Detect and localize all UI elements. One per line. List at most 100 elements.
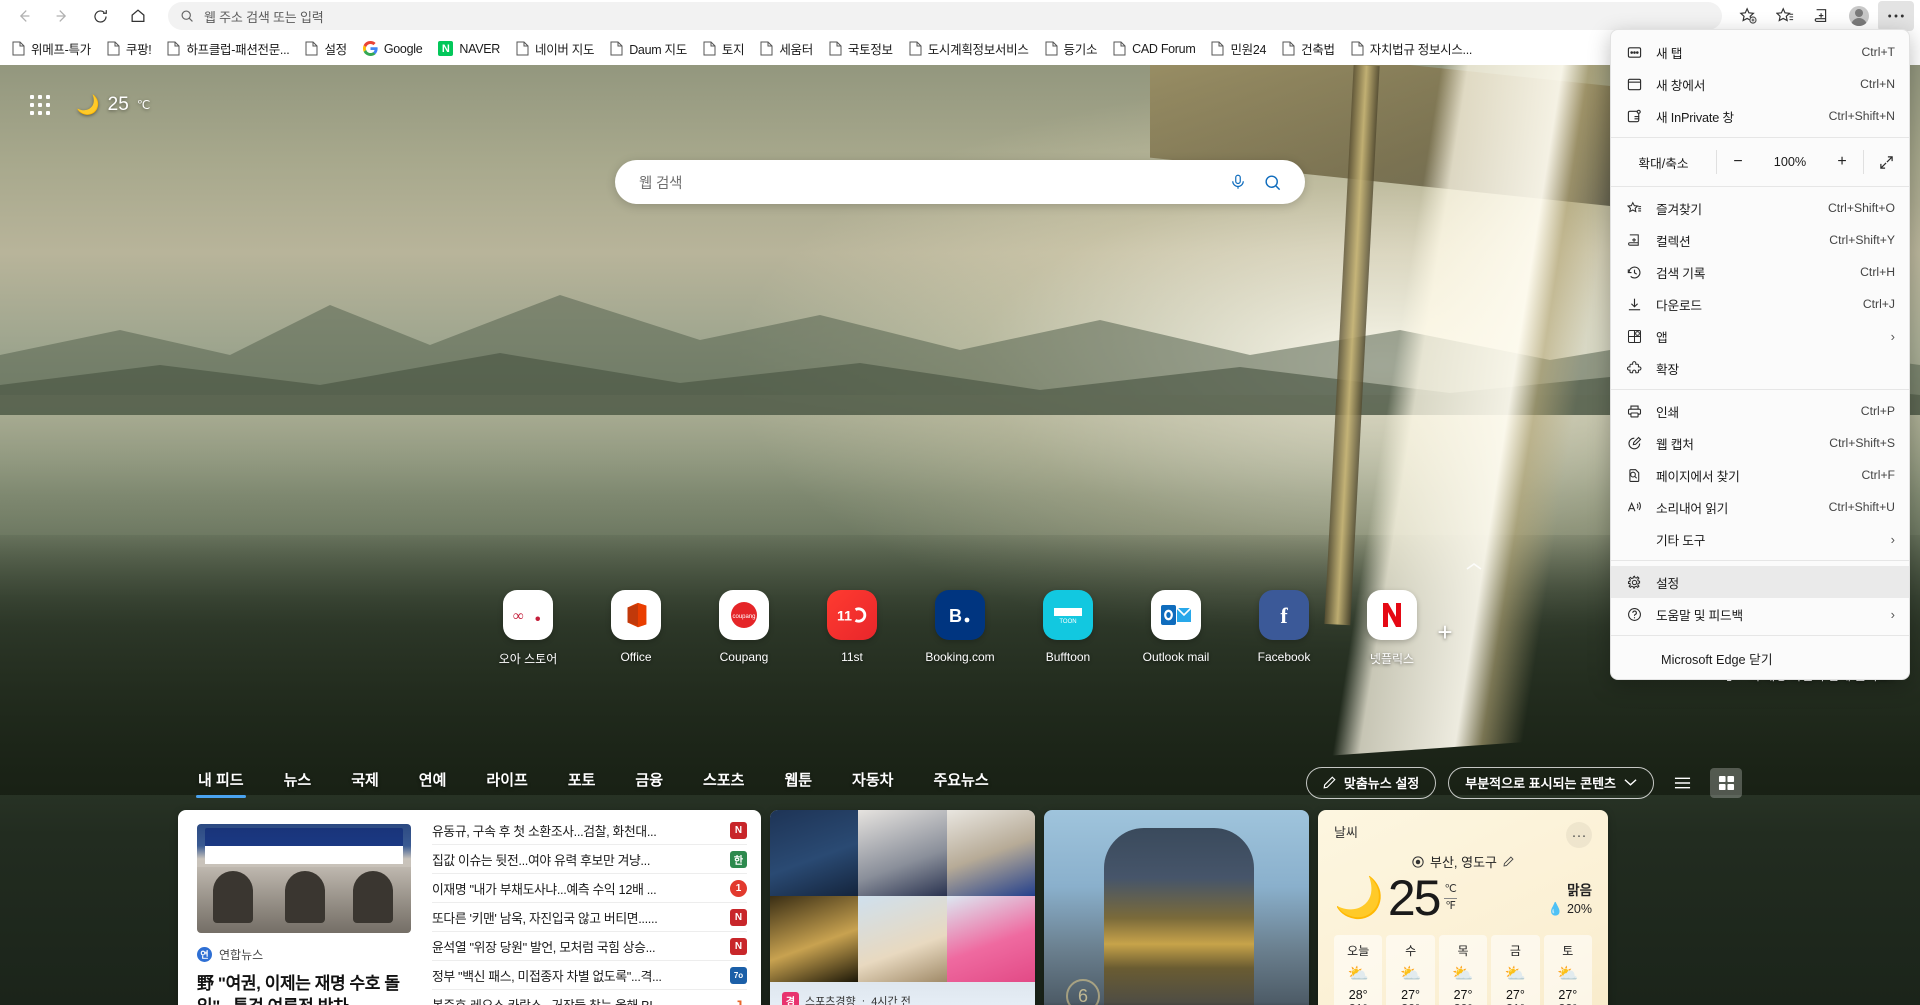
shortcut-booking[interactable]: B Booking.com <box>924 590 996 667</box>
menu-item-apps[interactable]: 앱 › <box>1611 320 1909 352</box>
menu-item-more-tools[interactable]: 기타 도구 › <box>1611 523 1909 555</box>
menu-item-print[interactable]: 인쇄 Ctrl+P <box>1611 395 1909 427</box>
menu-item-new-tab[interactable]: 새 탭 Ctrl+T <box>1611 36 1909 68</box>
list-item[interactable]: 또다른 '키맨' 남욱, 자진입국 않고 버티면...... N <box>432 903 747 932</box>
bookmark-item[interactable]: 위메프-특가 <box>4 35 99 62</box>
menu-item-downloads[interactable]: 다운로드 Ctrl+J <box>1611 288 1909 320</box>
zoom-in-button[interactable]: + <box>1821 153 1863 171</box>
menu-item-extensions[interactable]: 확장 <box>1611 352 1909 384</box>
list-item[interactable]: 이재명 "내가 부채도사냐...예측 수익 12배 ... 1 <box>432 874 747 903</box>
bookmark-item-google[interactable]: Google <box>355 37 431 60</box>
list-item[interactable]: 집값 이슈는 뒷전...여야 유력 후보만 겨냥... 한 <box>432 845 747 874</box>
bookmark-item[interactable]: CAD Forum <box>1105 37 1203 60</box>
mic-icon[interactable] <box>1221 165 1255 199</box>
unit-celsius[interactable]: ℃ <box>1444 882 1457 899</box>
shortcut-11st[interactable]: 11 11st <box>816 590 888 667</box>
bookmark-item[interactable]: 쿠팡! <box>99 35 160 62</box>
news-tab-world[interactable]: 국제 <box>331 765 399 800</box>
menu-item-read-aloud[interactable]: 소리내어 읽기 Ctrl+Shift+U <box>1611 491 1909 523</box>
bookmark-item[interactable]: 하프클럽-패션전문... <box>159 35 297 62</box>
forecast-day[interactable]: 금 ⛅ 27° 21° <box>1491 935 1540 1005</box>
news-tab-news[interactable]: 뉴스 <box>264 765 332 800</box>
menu-item-settings[interactable]: 설정 <box>1611 566 1909 598</box>
forecast-day[interactable]: 토 ⛅ 27° 22° <box>1543 935 1593 1005</box>
list-item[interactable]: 유동규, 구속 후 첫 소환조사...검찰, 화천대... N <box>432 816 747 845</box>
content-display-dropdown[interactable]: 부분적으로 표시되는 콘텐츠 <box>1448 766 1654 799</box>
news-tab-cars[interactable]: 자동차 <box>832 765 913 800</box>
favorites-icon[interactable] <box>1767 1 1803 31</box>
list-item[interactable]: 봉준호·레오스 카락스...거장들 찾는 올해 BI... J <box>432 990 747 1005</box>
main-news-card[interactable]: 연 연합뉴스 野 "여권, 이제는 재명 수호 돌입"...특검 여론전 박차.… <box>178 810 761 1005</box>
game-news-card[interactable]: 6 컴퓨터 있는 사람이면 무조건 해야 하는 게임! <box>1044 810 1309 1005</box>
profile-avatar[interactable] <box>1841 1 1877 31</box>
fullscreen-button[interactable] <box>1864 155 1908 170</box>
shortcut-outlook[interactable]: Outlook mail <box>1140 590 1212 667</box>
personalize-news-button[interactable]: 맞춤뉴스 설정 <box>1305 766 1437 799</box>
news-tab-entertainment[interactable]: 연예 <box>399 765 467 800</box>
bookmark-item[interactable]: 토지 <box>695 35 752 62</box>
weather-badge[interactable]: 🌙 25 ℃ <box>76 93 150 117</box>
forecast-day[interactable]: 수 ⛅ 27° 20° <box>1386 935 1435 1005</box>
collapse-chevron-icon[interactable] <box>1465 560 1483 578</box>
add-shortcut-button[interactable]: + <box>1432 619 1458 646</box>
bookmark-label: 자치법규 정보시스... <box>1369 43 1473 57</box>
bookmark-item[interactable]: Daum 지도 <box>602 35 695 62</box>
menu-item-history[interactable]: 검색 기록 Ctrl+H <box>1611 256 1909 288</box>
address-bar[interactable]: 웹 주소 검색 또는 입력 <box>168 2 1722 30</box>
bookmark-item-naver[interactable]: N NAVER <box>430 37 508 60</box>
weather-card[interactable]: 날씨 ··· 부산, 영도구 🌙 25 ℃ ℉ 맑음 💧 20% 오늘 ⛅ 28… <box>1318 810 1608 1005</box>
news-tab-finance[interactable]: 금융 <box>615 765 683 800</box>
news-tab-sports[interactable]: 스포츠 <box>683 765 764 800</box>
menu-item-help-feedback[interactable]: 도움말 및 피드백 › <box>1611 598 1909 630</box>
news-tab-life[interactable]: 라이프 <box>466 765 547 800</box>
news-tab-my-feed[interactable]: 내 피드 <box>178 765 264 800</box>
zoom-out-button[interactable]: − <box>1717 153 1759 171</box>
settings-more-button[interactable] <box>1878 1 1914 31</box>
apps-grid-icon[interactable] <box>30 95 50 115</box>
entertainment-news-card[interactable]: 경 스포츠경향 · 4시간 전 '오징어게임' 정호연, 여배우 SNS 팔로워… <box>770 810 1035 1005</box>
bookmark-item[interactable]: 등기소 <box>1037 35 1106 62</box>
menu-item-close-edge[interactable]: Microsoft Edge 닫기 <box>1611 641 1909 675</box>
main-news-headline[interactable]: 野 "여권, 이제는 재명 수호 돌입"...특검 여론전 박차... <box>197 973 418 1005</box>
shortcut-oa-store[interactable]: ∞ 오아 스토어 <box>492 590 564 667</box>
menu-item-favorites[interactable]: 즐겨찾기 Ctrl+Shift+O <box>1611 192 1909 224</box>
bookmark-item[interactable]: 국토정보 <box>821 35 901 62</box>
shortcut-coupang[interactable]: coupang Coupang <box>708 590 780 667</box>
list-item[interactable]: 윤석열 "위장 당원" 발언, 모처럼 국힘 상승... N <box>432 932 747 961</box>
menu-item-new-window[interactable]: 새 창에서 Ctrl+N <box>1611 68 1909 100</box>
forecast-day[interactable]: 목 ⛅ 27° 20° <box>1438 935 1488 1005</box>
menu-item-collections[interactable]: 컬렉션 Ctrl+Shift+Y <box>1611 224 1909 256</box>
shortcut-bufftoon[interactable]: TOON Bufftoon <box>1032 590 1104 667</box>
unit-fahrenheit[interactable]: ℉ <box>1445 899 1455 914</box>
forward-button[interactable] <box>44 1 80 31</box>
shortcut-office[interactable]: Office <box>600 590 672 667</box>
shortcut-netflix[interactable]: 넷플릭스 <box>1356 590 1428 667</box>
menu-item-inprivate[interactable]: 새 InPrivate 창 Ctrl+Shift+N <box>1611 100 1909 132</box>
home-button[interactable] <box>120 1 156 31</box>
more-options-icon[interactable]: ··· <box>1566 822 1592 848</box>
search-icon[interactable] <box>1255 165 1289 199</box>
add-favorite-icon[interactable] <box>1730 1 1766 31</box>
shortcut-facebook[interactable]: f Facebook <box>1248 590 1320 667</box>
weather-unit-toggle[interactable]: ℃ ℉ <box>1444 882 1457 915</box>
bookmark-item[interactable]: 도시계획정보서비스 <box>901 35 1037 62</box>
news-tab-photo[interactable]: 포토 <box>548 765 616 800</box>
search-box[interactable]: 웹 검색 <box>615 160 1305 204</box>
bookmark-item[interactable]: 민원24 <box>1203 35 1274 62</box>
collections-icon[interactable] <box>1804 1 1840 31</box>
news-tab-headlines[interactable]: 주요뉴스 <box>913 765 1008 800</box>
bookmark-item[interactable]: 건축법 <box>1274 35 1343 62</box>
forecast-day[interactable]: 오늘 ⛅ 28° 21° <box>1334 935 1383 1005</box>
grid-view-icon[interactable] <box>1710 767 1742 798</box>
menu-item-find-in-page[interactable]: 페이지에서 찾기 Ctrl+F <box>1611 459 1909 491</box>
menu-item-web-capture[interactable]: 웹 캡처 Ctrl+Shift+S <box>1611 427 1909 459</box>
bookmark-item[interactable]: 설정 <box>297 35 354 62</box>
refresh-button[interactable] <box>82 1 118 31</box>
list-view-icon[interactable] <box>1666 768 1698 798</box>
bookmark-item[interactable]: 자치법규 정보시스... <box>1343 35 1480 62</box>
bookmark-item[interactable]: 네이버 지도 <box>508 35 602 62</box>
back-button[interactable] <box>6 1 42 31</box>
news-tab-webtoon[interactable]: 웹툰 <box>764 765 832 800</box>
list-item[interactable]: 정부 "백신 패스, 미접종자 차별 없도록"...격... 7o <box>432 961 747 990</box>
bookmark-item[interactable]: 세움터 <box>752 35 821 62</box>
